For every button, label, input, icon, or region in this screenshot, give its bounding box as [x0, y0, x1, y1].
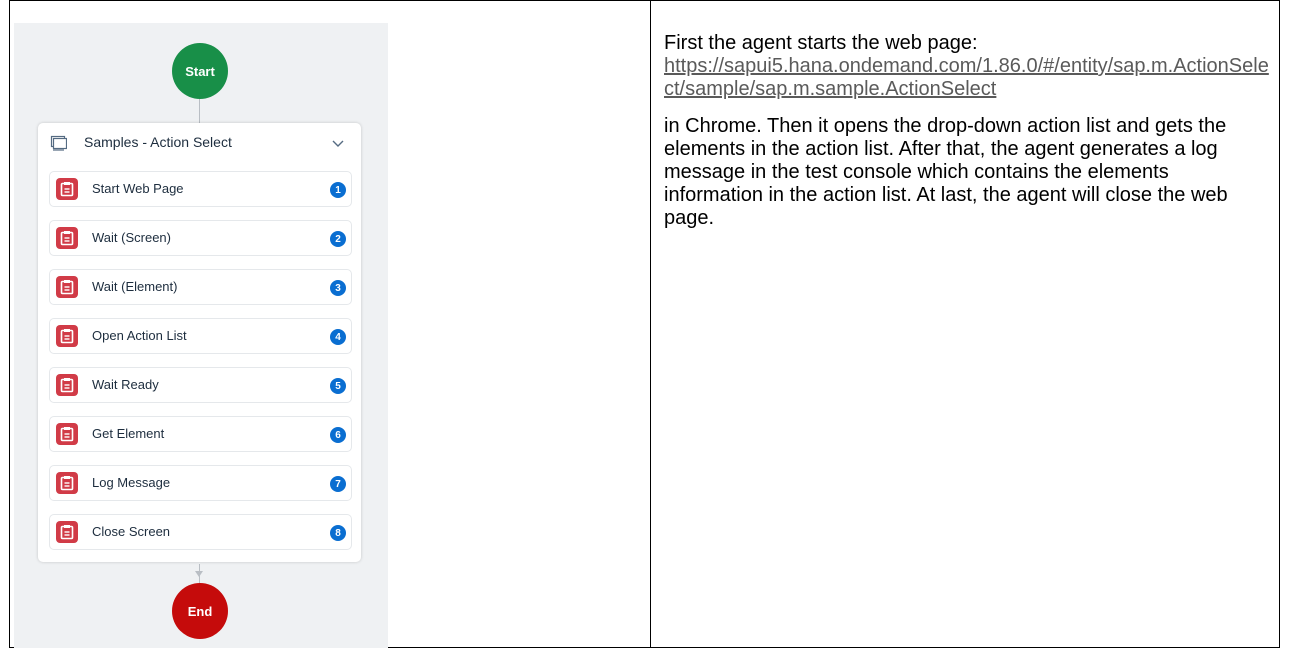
- step-wait-element[interactable]: Wait (Element) 3: [49, 269, 352, 305]
- action-group-card[interactable]: Samples - Action Select Start Web Page 1…: [38, 123, 361, 562]
- step-start-web-page[interactable]: Start Web Page 1: [49, 171, 352, 207]
- sample-url-link[interactable]: https://sapui5.hana.ondemand.com/1.86.0/…: [664, 55, 1269, 100]
- clipboard-icon: [56, 374, 78, 396]
- step-label: Log Message: [92, 475, 171, 490]
- description-intro: First the agent starts the web page:: [664, 32, 978, 54]
- clipboard-icon: [56, 472, 78, 494]
- step-label: Get Element: [92, 426, 165, 441]
- description-text: First the agent starts the web page: htt…: [664, 32, 1272, 230]
- chevron-down-icon[interactable]: [332, 138, 344, 148]
- clipboard-icon: [56, 276, 78, 298]
- step-close-screen[interactable]: Close Screen 8: [49, 514, 352, 550]
- step-number-badge: 5: [330, 378, 346, 394]
- step-number-badge: 1: [330, 182, 346, 198]
- step-label: Wait (Element): [92, 279, 178, 294]
- step-open-action-list[interactable]: Open Action List 4: [49, 318, 352, 354]
- step-label: Open Action List: [92, 328, 187, 343]
- clipboard-icon: [56, 423, 78, 445]
- clipboard-icon: [56, 521, 78, 543]
- step-number-badge: 6: [330, 427, 346, 443]
- clipboard-icon: [56, 227, 78, 249]
- connector-line: [199, 99, 200, 123]
- end-node[interactable]: End: [172, 583, 228, 639]
- start-node-label: Start: [185, 63, 215, 79]
- step-number-badge: 2: [330, 231, 346, 247]
- step-label: Close Screen: [92, 524, 171, 539]
- flow-canvas: Start Samples - Action Select Start Web …: [14, 23, 388, 648]
- start-node[interactable]: Start: [172, 43, 228, 99]
- step-number-badge: 7: [330, 476, 346, 492]
- step-wait-screen[interactable]: Wait (Screen) 2: [49, 220, 352, 256]
- step-number-badge: 8: [330, 525, 346, 541]
- description-body: in Chrome. Then it opens the drop-down a…: [664, 115, 1228, 229]
- step-label: Wait (Screen): [92, 230, 171, 245]
- end-node-label: End: [187, 603, 213, 619]
- step-label: Wait Ready: [92, 377, 159, 392]
- arrow-down-icon: [195, 571, 203, 577]
- step-number-badge: 3: [330, 280, 346, 296]
- step-label: Start Web Page: [92, 181, 184, 196]
- group-header[interactable]: Samples - Action Select: [38, 123, 361, 163]
- step-number-badge: 4: [330, 329, 346, 345]
- column-divider: [650, 1, 651, 647]
- step-wait-ready[interactable]: Wait Ready 5: [49, 367, 352, 403]
- step-get-element[interactable]: Get Element 6: [49, 416, 352, 452]
- clipboard-icon: [56, 178, 78, 200]
- group-title: Samples - Action Select: [84, 134, 232, 150]
- screen-icon: [50, 135, 67, 151]
- clipboard-icon: [56, 325, 78, 347]
- step-log-message[interactable]: Log Message 7: [49, 465, 352, 501]
